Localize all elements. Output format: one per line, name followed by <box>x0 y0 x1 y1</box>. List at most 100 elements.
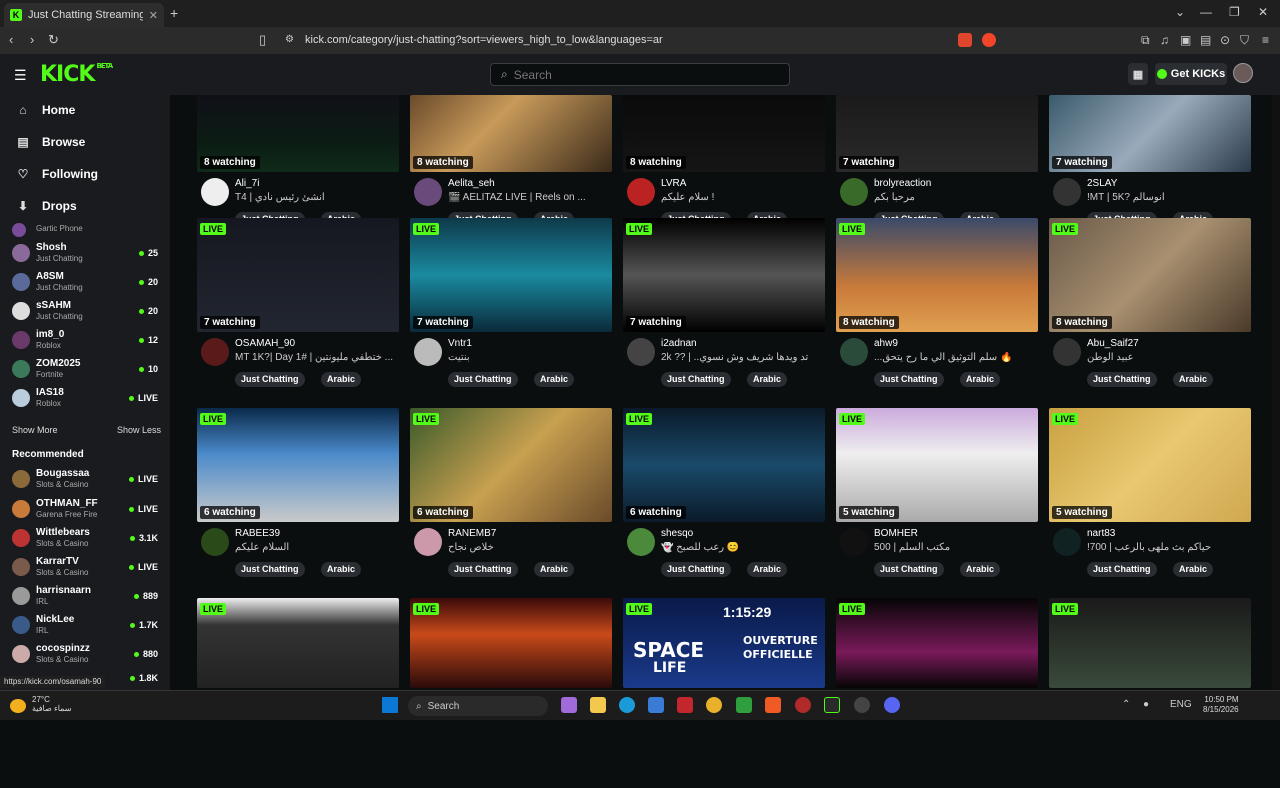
stream-title[interactable]: السلام عليكم <box>235 542 395 553</box>
channel-avatar[interactable] <box>201 178 229 206</box>
stream-title[interactable]: !700 | حياكم بث ملهى بالرعب <box>1087 542 1247 553</box>
stream-thumbnail[interactable]: LIVE <box>410 598 612 688</box>
category-tag[interactable]: Just Chatting <box>1087 372 1157 387</box>
channel-name[interactable]: nart83 <box>1087 528 1115 539</box>
channel-name[interactable]: BOMHER <box>874 528 918 539</box>
channel-avatar[interactable] <box>627 178 655 206</box>
category-tag[interactable]: Just Chatting <box>235 372 305 387</box>
language-tag[interactable]: Arabic <box>1173 562 1214 577</box>
close-window-icon[interactable]: ✕ <box>1258 5 1268 19</box>
stream-card[interactable]: LIVE 6 watching shesqo 👻 رعب للصبح 😊 Just Ch… <box>623 408 825 598</box>
stream-card[interactable]: LIVE 6 watching RABEE39 السلام عليكم Just Ch… <box>197 408 399 598</box>
stream-thumbnail[interactable]: LIVE <box>836 598 1038 688</box>
channel-name[interactable]: i2adnan <box>661 338 697 349</box>
stream-thumbnail[interactable]: LIVE 1:15:29 SPACE LIFE OUVERTURE OFFICIELLE <box>623 598 825 688</box>
stream-card[interactable]: LIVE 7 watching OSAMAH_90 MT 1K?| Day 1# | … <box>197 218 399 408</box>
stream-thumbnail[interactable]: LIVE 6 watching <box>197 408 399 522</box>
stream-card[interactable]: LIVE 7 watching Vntr1 بنتيت Just Chatting Ara… <box>410 218 612 408</box>
following-channel[interactable]: Gartic Phone <box>10 223 160 237</box>
stream-title[interactable]: مرحبا بكم <box>874 192 1034 203</box>
forward-icon[interactable]: › <box>30 32 34 47</box>
sidebar-item-drops[interactable]: ⬇ Drops <box>16 199 77 213</box>
recommended-channel[interactable]: cocospinzz Slots & Casino 880 <box>10 641 160 669</box>
stream-thumbnail[interactable]: LIVE 7 watching <box>197 218 399 332</box>
channel-name[interactable]: Vntr1 <box>448 338 472 349</box>
category-tag[interactable]: Just Chatting <box>661 562 731 577</box>
stream-title[interactable]: T4 | انشئ رئيس نادي <box>235 192 395 203</box>
stream-thumbnail[interactable]: 8 watching <box>623 95 825 172</box>
recommended-channel[interactable]: OTHMAN_FF Garena Free Fire LIVE <box>10 496 160 524</box>
recommended-channel[interactable]: Wittlebears Slots & Casino 3.1K <box>10 525 160 553</box>
stream-thumbnail[interactable]: 8 watching <box>410 95 612 172</box>
windows-start-icon[interactable] <box>382 697 398 713</box>
channel-avatar[interactable] <box>627 528 655 556</box>
stream-title[interactable]: بنتيت <box>448 352 608 363</box>
wallet-icon[interactable]: ▤ <box>1200 33 1211 47</box>
user-avatar[interactable] <box>1233 63 1253 83</box>
recommended-channel[interactable]: harrisnaarn IRL 889 <box>10 583 160 611</box>
page-scrollbar[interactable] <box>1272 95 1280 690</box>
stream-card[interactable]: LIVE 5 watching nart83 !700 | حياكم بث ملهى… <box>1049 408 1251 598</box>
language-tag[interactable]: Arabic <box>321 562 362 577</box>
category-tag[interactable]: Just Chatting <box>874 372 944 387</box>
store-icon[interactable] <box>648 697 664 713</box>
following-channel[interactable]: im8_0 Roblox 12 <box>10 327 160 355</box>
channel-avatar[interactable] <box>1053 338 1081 366</box>
channel-name[interactable]: OSAMAH_90 <box>235 338 295 349</box>
show-more-button[interactable]: Show More <box>12 425 58 435</box>
discord-icon[interactable] <box>884 697 900 713</box>
browser-tab[interactable]: K Just Chatting Streaming - Live S ✕ <box>4 3 164 27</box>
channel-avatar[interactable] <box>201 528 229 556</box>
channel-name[interactable]: 2SLAY <box>1087 178 1117 189</box>
notifications-button[interactable]: ▦ <box>1128 63 1148 85</box>
stream-title[interactable]: MT 1K?| Day 1# | ختطفي مليونتين ... <box>235 352 395 363</box>
edge-icon[interactable] <box>619 697 635 713</box>
channel-name[interactable]: Abu_Saif27 <box>1087 338 1139 349</box>
taskbar-search[interactable]: ⌕ Search <box>408 696 548 716</box>
channel-avatar[interactable] <box>1053 528 1081 556</box>
channel-avatar[interactable] <box>201 338 229 366</box>
language-tag[interactable]: Arabic <box>747 372 788 387</box>
kick-logo[interactable]: KICK BETA <box>40 62 113 87</box>
shield-icon[interactable]: ⛉ <box>1240 33 1249 48</box>
xbox-icon[interactable] <box>736 697 752 713</box>
chevron-up-icon[interactable]: ⌃ <box>1122 699 1130 710</box>
bookmark-icon[interactable]: ▯ <box>259 32 266 48</box>
menu-icon[interactable]: ≡ <box>1262 33 1269 47</box>
language-tag[interactable]: Arabic <box>1173 372 1214 387</box>
stream-title[interactable]: خلاص نجاح <box>448 542 608 553</box>
recommended-channel[interactable]: Bougassaa Slots & Casino LIVE <box>10 466 160 494</box>
stream-card[interactable]: LIVE 8 watching ahw9 ...سلم التوثيق الي ما … <box>836 218 1038 408</box>
stream-title[interactable]: سلام عليكم ! <box>661 192 821 203</box>
stream-title[interactable]: 500 | مكتب السلم <box>874 542 1034 553</box>
recommended-channel[interactable]: KarrarTV Slots & Casino LIVE <box>10 554 160 582</box>
category-tag[interactable]: Just Chatting <box>448 372 518 387</box>
stream-thumbnail[interactable]: 8 watching <box>197 95 399 172</box>
channel-name[interactable]: shesqo <box>661 528 693 539</box>
stream-title[interactable]: 👻 رعب للصبح 😊 <box>661 542 821 553</box>
channel-name[interactable]: Ali_7i <box>235 178 259 189</box>
file-explorer-icon[interactable] <box>590 697 606 713</box>
channel-avatar[interactable] <box>840 528 868 556</box>
steam-icon[interactable] <box>854 697 870 713</box>
search-box[interactable]: ⌕ <box>490 63 790 86</box>
chrome-icon[interactable] <box>706 697 722 713</box>
hamburger-menu-icon[interactable]: ☰ <box>14 67 27 84</box>
maximize-icon[interactable]: ❐ <box>1229 5 1240 19</box>
vpn-icon[interactable]: ⊙ <box>1220 33 1230 47</box>
channel-name[interactable]: RANEMB7 <box>448 528 496 539</box>
brave-icon[interactable] <box>765 697 781 713</box>
category-tag[interactable]: Just Chatting <box>661 372 731 387</box>
sidebar-item-browse[interactable]: ▤ Browse <box>16 135 85 149</box>
stream-card[interactable]: LIVE 5 watching BOMHER 500 | مكتب السلم Just… <box>836 408 1038 598</box>
channel-avatar[interactable] <box>840 178 868 206</box>
channel-avatar[interactable] <box>414 178 442 206</box>
stream-thumbnail[interactable]: LIVE 5 watching <box>836 408 1038 522</box>
media-icon[interactable]: ♫ <box>1160 33 1169 47</box>
language-icon[interactable]: ENG <box>1170 699 1192 710</box>
minimize-icon[interactable]: — <box>1200 5 1212 19</box>
tab-list-icon[interactable]: ⌄ <box>1175 5 1185 19</box>
following-channel[interactable]: A8SM Just Chatting 20 <box>10 269 160 297</box>
category-tag[interactable]: Just Chatting <box>874 562 944 577</box>
stream-thumbnail[interactable]: LIVE 7 watching <box>410 218 612 332</box>
